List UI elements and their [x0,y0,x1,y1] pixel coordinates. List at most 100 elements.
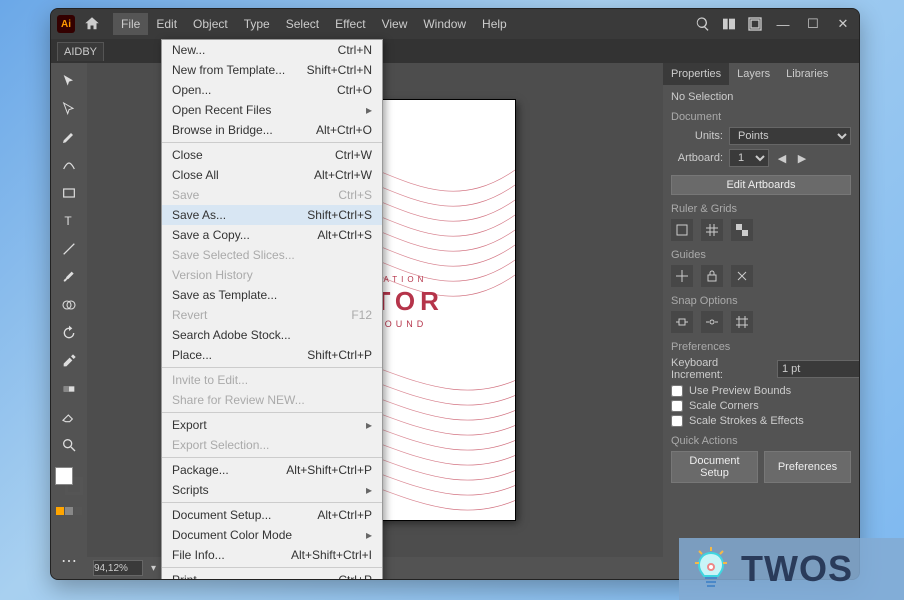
file-menu-item: RevertF12 [162,305,382,325]
menu-object[interactable]: Object [185,13,236,35]
file-menu-item: SaveCtrl+S [162,185,382,205]
file-menu-item: Export Selection... [162,435,382,455]
transparency-grid-icon[interactable] [731,219,753,241]
show-guides-icon[interactable] [671,265,693,287]
line-tool[interactable] [57,237,81,261]
rectangle-tool[interactable] [57,181,81,205]
titlebar-right: — ☐ ✕ [695,14,853,34]
type-tool[interactable]: T [57,209,81,233]
file-menu-item[interactable]: Export▸ [162,415,382,435]
file-menu-item[interactable]: New from Template...Shift+Ctrl+N [162,60,382,80]
section-document: Document [671,111,851,123]
file-menu-item[interactable]: Save as Template... [162,285,382,305]
selection-status: No Selection [671,91,851,103]
units-select[interactable]: Points [729,127,851,145]
document-tab[interactable]: AIDBY [57,42,104,61]
file-menu-item[interactable]: Place...Shift+Ctrl+P [162,345,382,365]
section-quick: Quick Actions [671,435,851,447]
menu-window[interactable]: Window [415,13,474,35]
direct-selection-tool[interactable] [57,97,81,121]
file-menu-item[interactable]: Save a Copy...Alt+Ctrl+S [162,225,382,245]
smart-guides-icon[interactable] [731,265,753,287]
kb-increment-label: Keyboard Increment: [671,357,771,381]
preferences-button[interactable]: Preferences [764,451,851,483]
file-menu-item: Share for Review NEW... [162,390,382,410]
snap-point-icon[interactable] [701,311,723,333]
shape-builder-tool[interactable] [57,293,81,317]
home-icon[interactable] [83,15,101,33]
zoom-input[interactable] [93,560,143,576]
file-menu-item[interactable]: Open...Ctrl+O [162,80,382,100]
menu-effect[interactable]: Effect [327,13,373,35]
file-menu-item[interactable]: Scripts▸ [162,480,382,500]
search-icon[interactable] [695,16,711,32]
maximize-icon[interactable]: ☐ [803,14,823,34]
tab-layers[interactable]: Layers [729,63,778,85]
gradient-tool[interactable] [57,377,81,401]
edit-artboards-button[interactable]: Edit Artboards [671,175,851,195]
menubar: File Edit Object Type Select Effect View… [113,13,515,35]
panel-layout-icon[interactable] [721,16,737,32]
artboard-label: Artboard: [671,152,723,164]
snap-grid-icon[interactable] [731,311,753,333]
curvature-tool[interactable] [57,153,81,177]
minimize-icon[interactable]: — [773,14,793,34]
tab-properties[interactable]: Properties [663,63,729,85]
section-guides: Guides [671,249,851,261]
scale-strokes-checkbox[interactable] [671,415,683,427]
artboard-next-icon[interactable]: ▶ [795,151,809,165]
lock-guides-icon[interactable] [701,265,723,287]
file-menu-item[interactable]: New...Ctrl+N [162,40,382,60]
file-menu-item[interactable]: Close AllAlt+Ctrl+W [162,165,382,185]
paintbrush-tool[interactable] [57,265,81,289]
file-menu-item[interactable]: Search Adobe Stock... [162,325,382,345]
menu-type[interactable]: Type [236,13,278,35]
draw-mode-icons[interactable] [56,507,82,515]
selection-tool[interactable] [57,69,81,93]
file-menu-item[interactable]: Document Color Mode▸ [162,525,382,545]
file-menu-item[interactable]: Package...Alt+Shift+Ctrl+P [162,460,382,480]
artboard-select[interactable]: 1 [729,149,769,167]
scale-strokes-label: Scale Strokes & Effects [689,415,804,427]
close-icon[interactable]: ✕ [833,14,853,34]
tab-libraries[interactable]: Libraries [778,63,836,85]
menu-view[interactable]: View [374,13,416,35]
file-menu-item[interactable]: Print...Ctrl+P [162,570,382,580]
pen-tool[interactable] [57,125,81,149]
artboard-prev-icon[interactable]: ◀ [775,151,789,165]
menu-select[interactable]: Select [278,13,327,35]
eraser-tool[interactable] [57,405,81,429]
preview-bounds-checkbox[interactable] [671,385,683,397]
file-menu-item[interactable]: Document Setup...Alt+Ctrl+P [162,505,382,525]
edit-toolbar-icon[interactable]: ⋯ [57,549,81,573]
file-menu-item: Invite to Edit... [162,370,382,390]
document-setup-button[interactable]: Document Setup [671,451,758,483]
file-menu-item[interactable]: File Info...Alt+Shift+Ctrl+I [162,545,382,565]
illustrator-window: Ai File Edit Object Type Select Effect V… [50,8,860,580]
eyedropper-tool[interactable] [57,349,81,373]
section-ruler: Ruler & Grids [671,203,851,215]
properties-panel: Properties Layers Libraries No Selection… [663,63,859,579]
menu-file[interactable]: File [113,13,148,35]
menu-edit[interactable]: Edit [148,13,185,35]
snap-pixel-icon[interactable] [671,311,693,333]
workspace-switcher-icon[interactable] [747,16,763,32]
panel-tabs: Properties Layers Libraries [663,63,859,85]
ruler-icon[interactable] [671,219,693,241]
menu-help[interactable]: Help [474,13,515,35]
zoom-tool[interactable] [57,433,81,457]
file-menu-item: Version History [162,265,382,285]
grid-icon[interactable] [701,219,723,241]
file-menu-item[interactable]: CloseCtrl+W [162,145,382,165]
file-menu-item[interactable]: Browse in Bridge...Alt+Ctrl+O [162,120,382,140]
twos-text: TWOS [741,548,853,590]
scale-corners-checkbox[interactable] [671,400,683,412]
file-menu-item[interactable]: Open Recent Files▸ [162,100,382,120]
file-menu-item[interactable]: Save As...Shift+Ctrl+S [162,205,382,225]
zoom-dropdown-icon[interactable]: ▾ [151,563,156,574]
fill-stroke-swatch[interactable] [55,467,83,495]
ai-logo-icon: Ai [57,15,75,33]
rotate-tool[interactable] [57,321,81,345]
kb-increment-input[interactable] [777,360,859,378]
file-menu-dropdown: New...Ctrl+NNew from Template...Shift+Ct… [161,39,383,580]
